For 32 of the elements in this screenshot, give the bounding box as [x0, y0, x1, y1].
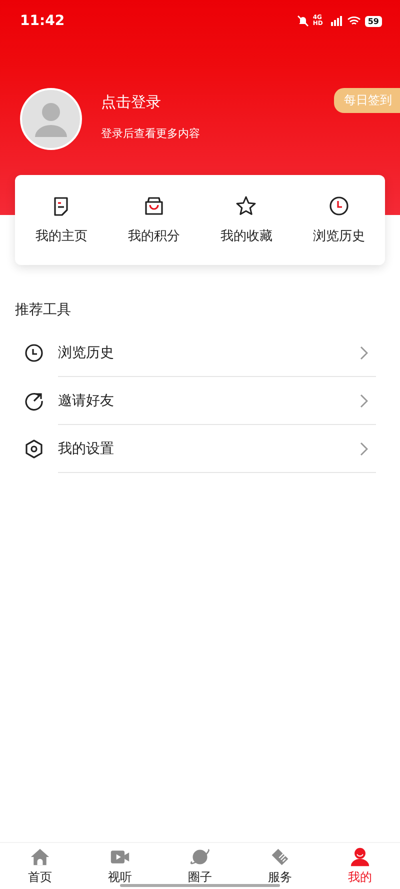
mute-icon	[296, 15, 309, 27]
tab[interactable]: 服务	[240, 843, 320, 889]
settings-icon	[24, 439, 44, 459]
tool-item[interactable]: 我的设置	[24, 425, 376, 473]
chevron-icon	[360, 394, 368, 408]
battery-icon: 59	[364, 16, 382, 26]
bag-icon	[142, 195, 165, 217]
wifi-icon	[346, 16, 361, 26]
quick-link[interactable]: 浏览历史	[292, 175, 385, 265]
section-title: 推荐工具	[15, 301, 72, 319]
tab[interactable]: 视听	[80, 843, 160, 889]
tool-item[interactable]: 邀请好友	[24, 377, 376, 425]
person-icon	[350, 846, 370, 866]
share-icon	[24, 391, 44, 411]
tab[interactable]: 我的	[320, 843, 400, 889]
quick-link[interactable]: 我的收藏	[200, 175, 292, 265]
home-icon	[30, 846, 50, 866]
signal-icon	[330, 16, 343, 26]
clock-icon	[328, 195, 350, 217]
quick-link[interactable]: 我的积分	[108, 175, 200, 265]
tool-item[interactable]: 浏览历史	[24, 329, 376, 377]
star-icon	[235, 195, 258, 217]
status-time: 11:42	[20, 13, 65, 29]
tab[interactable]: 首页	[0, 843, 80, 889]
clock-icon	[24, 343, 44, 363]
chevron-icon	[360, 346, 368, 360]
chevron-icon	[360, 442, 368, 456]
tab[interactable]: 圈子	[160, 843, 240, 889]
quick-link[interactable]: 我的主页	[15, 175, 108, 265]
login-link[interactable]: 点击登录	[101, 93, 200, 112]
login-hint: 登录后查看更多内容	[101, 126, 200, 141]
planet-icon	[190, 846, 210, 866]
